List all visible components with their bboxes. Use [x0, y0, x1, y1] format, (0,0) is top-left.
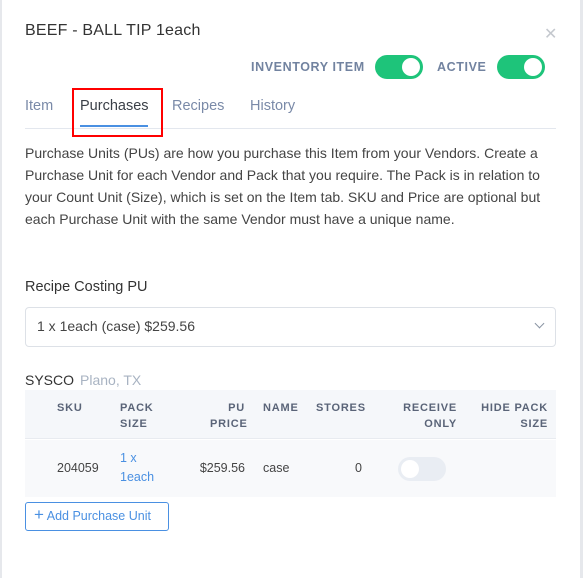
tab-recipes[interactable]: Recipes [172, 98, 224, 114]
active-label: ACTIVE [437, 60, 487, 74]
col-receive-only: RECEIVE ONLY [403, 402, 457, 430]
col-pu-price: PU PRICE [210, 402, 248, 430]
add-purchase-unit-button[interactable]: + Add Purchase Unit [25, 502, 169, 531]
recipe-costing-select[interactable]: 1 x 1each (case) $259.56 [25, 307, 556, 347]
recipe-costing-label: Recipe Costing PU [25, 279, 148, 295]
receive-only-toggle[interactable] [398, 457, 446, 481]
inventory-item-toggle[interactable] [375, 55, 423, 79]
col-name: NAME [263, 402, 299, 414]
vendor-location: Plano, TX [80, 372, 142, 388]
inventory-item-label: INVENTORY ITEM [251, 60, 365, 74]
col-hide-pack-size: HIDE PACK SIZE [481, 402, 548, 430]
tab-item[interactable]: Item [25, 98, 53, 114]
name-cell: case [263, 461, 290, 475]
tab-history[interactable]: History [250, 98, 295, 114]
pack-size-link[interactable]: 1 x 1each [120, 449, 154, 487]
vendor-name: SYSCO [25, 372, 75, 388]
stores-cell: 0 [355, 461, 362, 475]
vendor-heading: SYSCO Plano, TX [25, 372, 141, 388]
table-row: 204059 1 x 1each $259.56 case 0 [25, 440, 556, 497]
col-stores: STORES [316, 402, 366, 414]
active-toggle[interactable] [497, 55, 545, 79]
modal-title: BEEF - BALL TIP 1each [25, 22, 201, 39]
chevron-down-icon [534, 318, 545, 329]
plus-icon: + [34, 505, 44, 524]
highlight-box [72, 88, 163, 137]
selected-value: 1 x 1each (case) $259.56 [37, 318, 195, 334]
col-pack-size: PACK SIZE [120, 402, 154, 430]
left-border [0, 0, 2, 578]
sku-cell: 204059 [57, 461, 99, 475]
col-sku: SKU [57, 402, 83, 414]
description: Purchase Units (PUs) are how you purchas… [25, 145, 541, 227]
close-icon[interactable]: ✕ [544, 24, 557, 44]
price-cell: $259.56 [199, 461, 245, 475]
table-header: SKU PACK SIZE PU PRICE NAME STORES RECEI… [25, 390, 556, 439]
